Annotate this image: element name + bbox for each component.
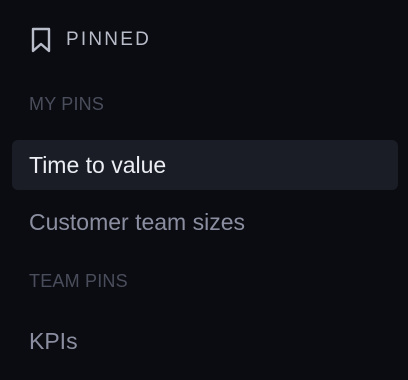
pin-item-label: Time to value xyxy=(29,151,167,178)
pinned-panel: PINNED MY PINS Time to value Customer te… xyxy=(0,0,408,380)
pin-item-time-to-value[interactable]: Time to value xyxy=(12,140,398,190)
pinned-title: PINNED xyxy=(66,29,151,50)
section-label-team-pins: TEAM PINS xyxy=(29,271,128,291)
section-label-my-pins: MY PINS xyxy=(29,94,105,114)
pinned-header: PINNED xyxy=(30,26,151,54)
pin-item-label: KPIs xyxy=(29,327,78,354)
pin-item-kpis[interactable]: KPIs xyxy=(12,316,398,366)
bookmark-icon xyxy=(30,27,52,53)
pin-item-label: Customer team sizes xyxy=(29,208,246,235)
pin-item-customer-team-sizes[interactable]: Customer team sizes xyxy=(12,197,398,247)
